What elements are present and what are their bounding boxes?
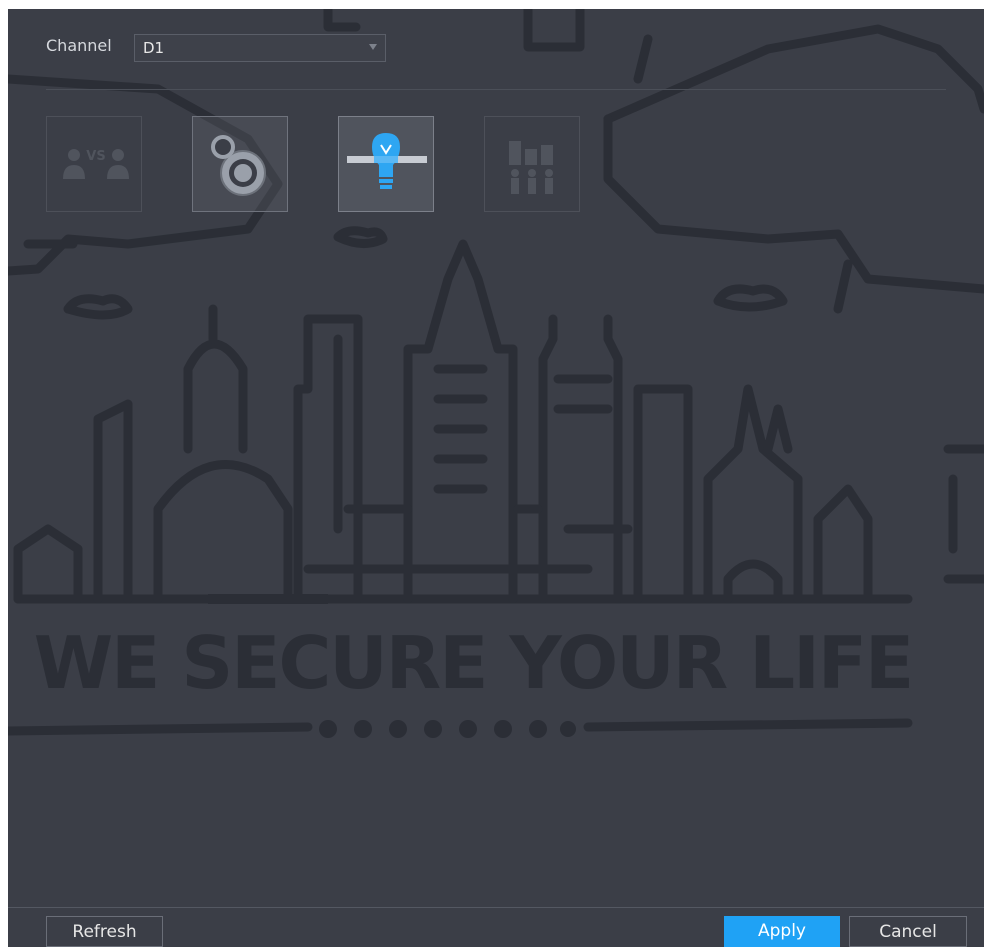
- divider: [46, 89, 946, 90]
- people-counting-tile[interactable]: [484, 116, 580, 212]
- wallpaper-slogan: WE SECURE YOUR LIFE: [33, 621, 915, 705]
- smart-plan-panel: WE SECURE YOUR LIFE Channel D1 VS Refres…: [8, 9, 984, 947]
- channel-value: D1: [143, 39, 165, 57]
- dropdown-arrow-icon: [369, 44, 377, 50]
- people-counting-icon: [509, 141, 553, 194]
- apply-button[interactable]: Apply: [724, 916, 840, 947]
- refresh-button[interactable]: Refresh: [46, 916, 163, 947]
- cancel-button[interactable]: Cancel: [849, 916, 967, 947]
- settings-dial-icon: [211, 135, 266, 196]
- channel-label: Channel: [46, 36, 112, 55]
- channel-select[interactable]: D1: [134, 34, 386, 62]
- footer-divider: [8, 907, 984, 908]
- vs-text: VS: [86, 149, 105, 164]
- face-compare-tile[interactable]: VS: [46, 116, 142, 212]
- tripwire-bulb-icon: [347, 133, 427, 189]
- face-compare-icon: VS: [63, 149, 129, 179]
- tripwire-tile[interactable]: [338, 116, 434, 212]
- settings-dial-tile[interactable]: [192, 116, 288, 212]
